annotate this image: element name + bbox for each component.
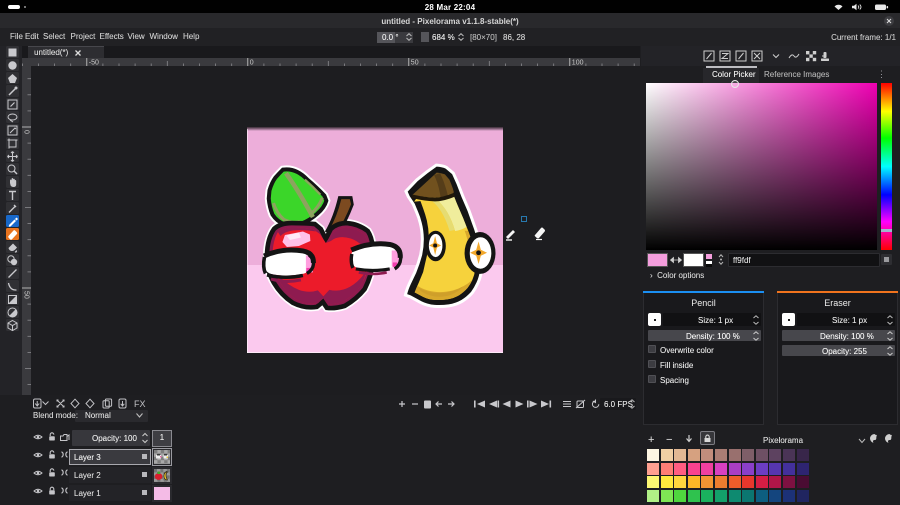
svg-text:FX: FX <box>134 399 146 409</box>
svg-text:50: 50 <box>23 291 30 299</box>
svg-text:0: 0 <box>23 130 30 134</box>
